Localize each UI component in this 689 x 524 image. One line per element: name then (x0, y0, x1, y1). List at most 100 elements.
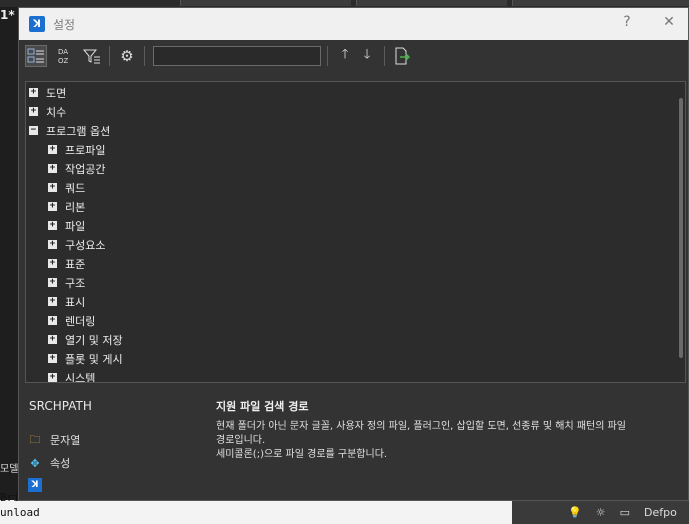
tree-item[interactable]: + 렌더링 (26, 311, 685, 330)
tree-scrollbar[interactable] (679, 98, 683, 358)
tree-item[interactable]: + 프로파일 (26, 140, 685, 159)
tree-item[interactable]: + 구성요소 (26, 235, 685, 254)
properties-label: 속성 (50, 457, 71, 470)
expand-icon[interactable]: + (48, 335, 57, 344)
settings-dialog: ꓘ 설정 ? ✕ DA OZ ⚙ 🡑 🡓 + 도면 + 치수 − 프로그램 옵션… (18, 7, 689, 501)
categorized-view-button[interactable] (25, 45, 47, 67)
command-history-line: unload (0, 506, 40, 519)
properties-button[interactable]: ✥ 속성 (28, 455, 70, 471)
tree-item-label: 열기 및 저장 (65, 333, 123, 347)
expand-icon[interactable]: + (48, 240, 57, 249)
previous-match-button[interactable]: 🡑 (334, 45, 356, 67)
tree-item-label: 구조 (65, 276, 86, 290)
expand-icon[interactable]: + (29, 107, 38, 116)
description-line: 경로입니다. (216, 435, 266, 446)
app-logo-icon: ꓘ (29, 16, 45, 32)
toolbar-divider (144, 46, 145, 66)
tree-item[interactable]: + 표시 (26, 292, 685, 311)
text-strings-label: 문자열 (50, 434, 81, 447)
tree-item[interactable]: + 시스템 (26, 368, 685, 383)
expand-icon[interactable]: + (48, 259, 57, 268)
tree-item[interactable]: + 플롯 및 게시 (26, 349, 685, 368)
variable-name: SRCHPATH (29, 399, 92, 413)
tree-item-label: 프로그램 옵션 (46, 124, 111, 138)
gear-icon: ⚙ (120, 47, 134, 65)
expand-icon[interactable]: + (48, 221, 57, 230)
close-button[interactable]: ✕ (659, 14, 679, 30)
setting-title: 지원 파일 검색 경로 (216, 400, 309, 413)
background-tabbar (0, 0, 689, 7)
tree-item-label: 구성요소 (65, 238, 106, 252)
expand-icon[interactable]: + (48, 183, 57, 192)
expand-icon[interactable]: + (48, 202, 57, 211)
current-layer[interactable]: Defpo (644, 506, 677, 519)
expand-icon[interactable]: + (48, 373, 57, 382)
filter-icon (83, 49, 100, 64)
text-strings-button[interactable]: 🗀 문자열 (28, 432, 81, 448)
dialog-titlebar[interactable]: ꓘ 설정 ? ✕ (19, 8, 688, 40)
expand-icon[interactable]: + (48, 164, 57, 173)
tree-item-label: 렌더링 (65, 314, 96, 328)
tree-item-label: 시스템 (65, 371, 96, 383)
arrow-up-icon: 🡑 (341, 47, 349, 62)
properties-icon: ✥ (30, 456, 40, 470)
arrow-down-icon: 🡓 (363, 47, 371, 62)
tree-item[interactable]: − 프로그램 옵션 (26, 121, 685, 140)
next-match-button[interactable]: 🡓 (356, 45, 378, 67)
tree-item-label: 표준 (65, 257, 86, 271)
settings-toolbar: DA OZ ⚙ 🡑 🡓 (19, 40, 688, 72)
alphabetical-sort-icon: DA OZ (58, 48, 69, 65)
app-launcher-button[interactable]: ꓘ (28, 478, 42, 492)
tree-item[interactable]: + 표준 (26, 254, 685, 273)
expand-icon[interactable]: + (48, 354, 57, 363)
background-tab[interactable] (180, 0, 351, 6)
tree-item[interactable]: + 쿼드 (26, 178, 685, 197)
system-variable-label: SRCHPATH (29, 399, 92, 413)
background-model-tab[interactable]: 모델 (0, 460, 18, 475)
background-tab[interactable] (512, 0, 689, 6)
layer-icon[interactable]: ▭ (620, 506, 630, 519)
expand-icon[interactable]: + (48, 278, 57, 287)
folder-lock-icon: 🗀 (29, 432, 41, 446)
expand-icon[interactable]: + (48, 316, 57, 325)
app-logo-icon: ꓘ (28, 478, 42, 492)
tree-item-label: 표시 (65, 295, 86, 309)
tree-item[interactable]: + 구조 (26, 273, 685, 292)
sun-icon[interactable]: ☼ (596, 506, 606, 519)
description-line: 세미콜론(;)으로 파일 경로를 구분합니다. (216, 449, 388, 460)
tree-item-label: 도면 (46, 86, 67, 100)
tree-item[interactable]: + 작업공간 (26, 159, 685, 178)
settings-tree: + 도면 + 치수 − 프로그램 옵션 + 프로파일 + 작업공간 + 쿼드 + 리본 + 파일 + 구성요소 + 표… (25, 81, 686, 383)
expand-icon[interactable]: + (48, 297, 57, 306)
tree-item-label: 프로파일 (65, 143, 106, 157)
lightbulb-icon[interactable]: 💡 (568, 506, 582, 519)
setting-description: 현재 폴더가 아닌 문자 글꼴, 사용자 정의 파일, 플러그인, 삽입할 도면… (216, 420, 686, 462)
search-input[interactable] (153, 46, 321, 66)
tree-item[interactable]: + 도면 (26, 83, 685, 102)
expand-icon[interactable]: + (29, 88, 38, 97)
tree-item-label: 파일 (65, 219, 86, 233)
tree-item[interactable]: + 열기 및 저장 (26, 330, 685, 349)
tree-rows: + 도면 + 치수 − 프로그램 옵션 + 프로파일 + 작업공간 + 쿼드 + 리본 + 파일 + 구성요소 + 표… (26, 82, 685, 383)
tree-item-label: 쿼드 (65, 181, 86, 195)
tree-item-label: 플롯 및 게시 (65, 352, 123, 366)
toolbar-divider (384, 46, 385, 66)
svg-text:DA: DA (58, 48, 68, 56)
alphabetical-view-button[interactable]: DA OZ (53, 45, 75, 67)
categorized-icon (27, 48, 44, 63)
background-doc-label: 1* (0, 8, 15, 22)
expand-icon[interactable]: + (48, 145, 57, 154)
export-icon (395, 47, 410, 65)
help-button[interactable]: ? (617, 14, 637, 30)
collapse-icon[interactable]: − (29, 126, 38, 135)
tree-item[interactable]: + 치수 (26, 102, 685, 121)
tree-item-label: 치수 (46, 105, 67, 119)
settings-button[interactable]: ⚙ (116, 45, 138, 67)
tree-item-label: 작업공간 (65, 162, 106, 176)
description-line: 현재 폴더가 아닌 문자 글꼴, 사용자 정의 파일, 플러그인, 삽입할 도면… (216, 421, 626, 432)
background-tab[interactable] (356, 0, 507, 6)
export-button[interactable] (391, 45, 413, 67)
tree-item[interactable]: + 리본 (26, 197, 685, 216)
filter-button[interactable] (81, 45, 103, 67)
tree-item[interactable]: + 파일 (26, 216, 685, 235)
